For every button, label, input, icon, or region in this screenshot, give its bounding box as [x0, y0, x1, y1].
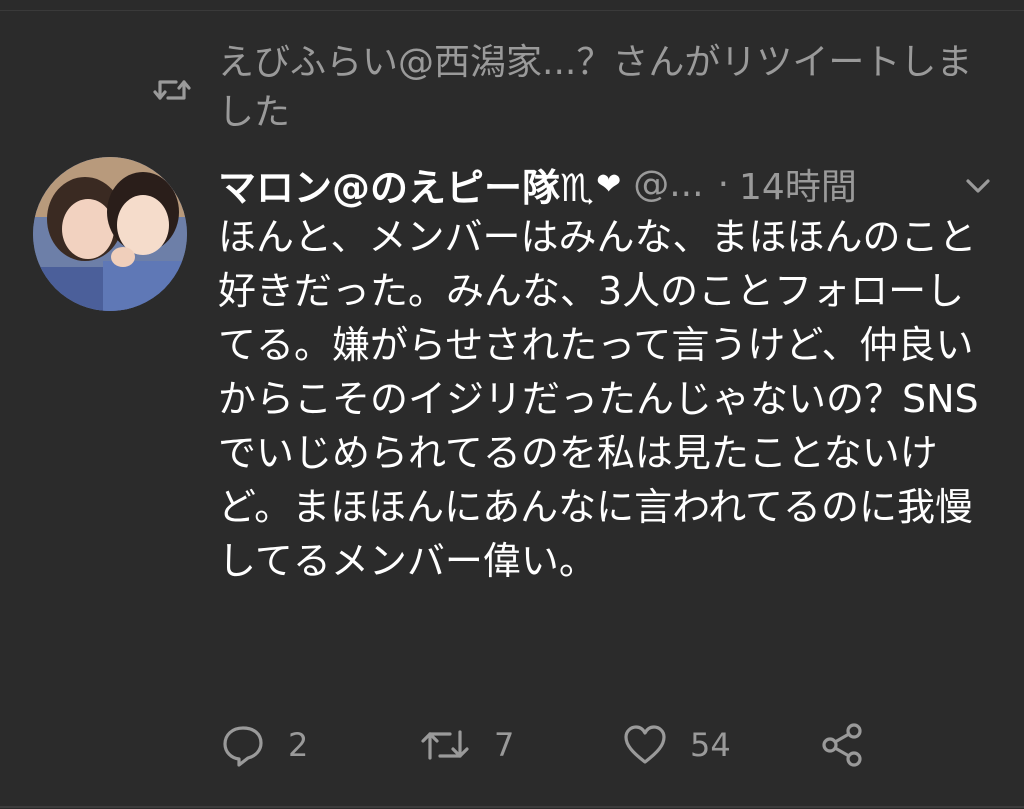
avatar-photo [33, 157, 187, 311]
user-handle[interactable]: @... [633, 164, 703, 205]
heart-icon [624, 725, 666, 764]
share-icon [822, 723, 862, 767]
tweet-header: マロン@のえピー隊♏ ❤ @... · 14時間 [218, 156, 998, 212]
retweet-count: 7 [494, 726, 515, 764]
display-name[interactable]: マロン@のえピー隊♏ [218, 157, 594, 212]
retweet-banner-text: えびふらい@西潟家...？さんがリツイートしました [218, 42, 973, 133]
retweet-banner[interactable]: えびふらい@西潟家...？さんがリツイートしました [150, 38, 990, 138]
like-count: 54 [690, 726, 731, 764]
heart-emoji: ❤ [596, 166, 622, 202]
tweet-timestamp[interactable]: 14時間 [739, 158, 857, 210]
like-button[interactable]: 54 [622, 722, 731, 768]
bottom-divider [0, 806, 1024, 808]
tweet-actions: 2 7 54 [220, 722, 920, 782]
reply-count: 2 [288, 726, 309, 764]
retweet-icon [153, 80, 191, 100]
user-avatar[interactable] [33, 157, 187, 311]
share-button[interactable] [820, 722, 866, 768]
separator-dot: · [717, 163, 730, 205]
reply-icon [223, 726, 263, 767]
reply-button[interactable]: 2 [220, 722, 308, 768]
tweet-text: ほんと、メンバーはみんな、まほほんのこと好きだった。みんな、3人のことフォローし… [218, 215, 979, 583]
retweet-button[interactable]: 7 [418, 722, 514, 768]
retweet-icon [421, 730, 469, 760]
top-divider [0, 10, 1024, 11]
chevron-down-icon[interactable] [958, 166, 998, 206]
